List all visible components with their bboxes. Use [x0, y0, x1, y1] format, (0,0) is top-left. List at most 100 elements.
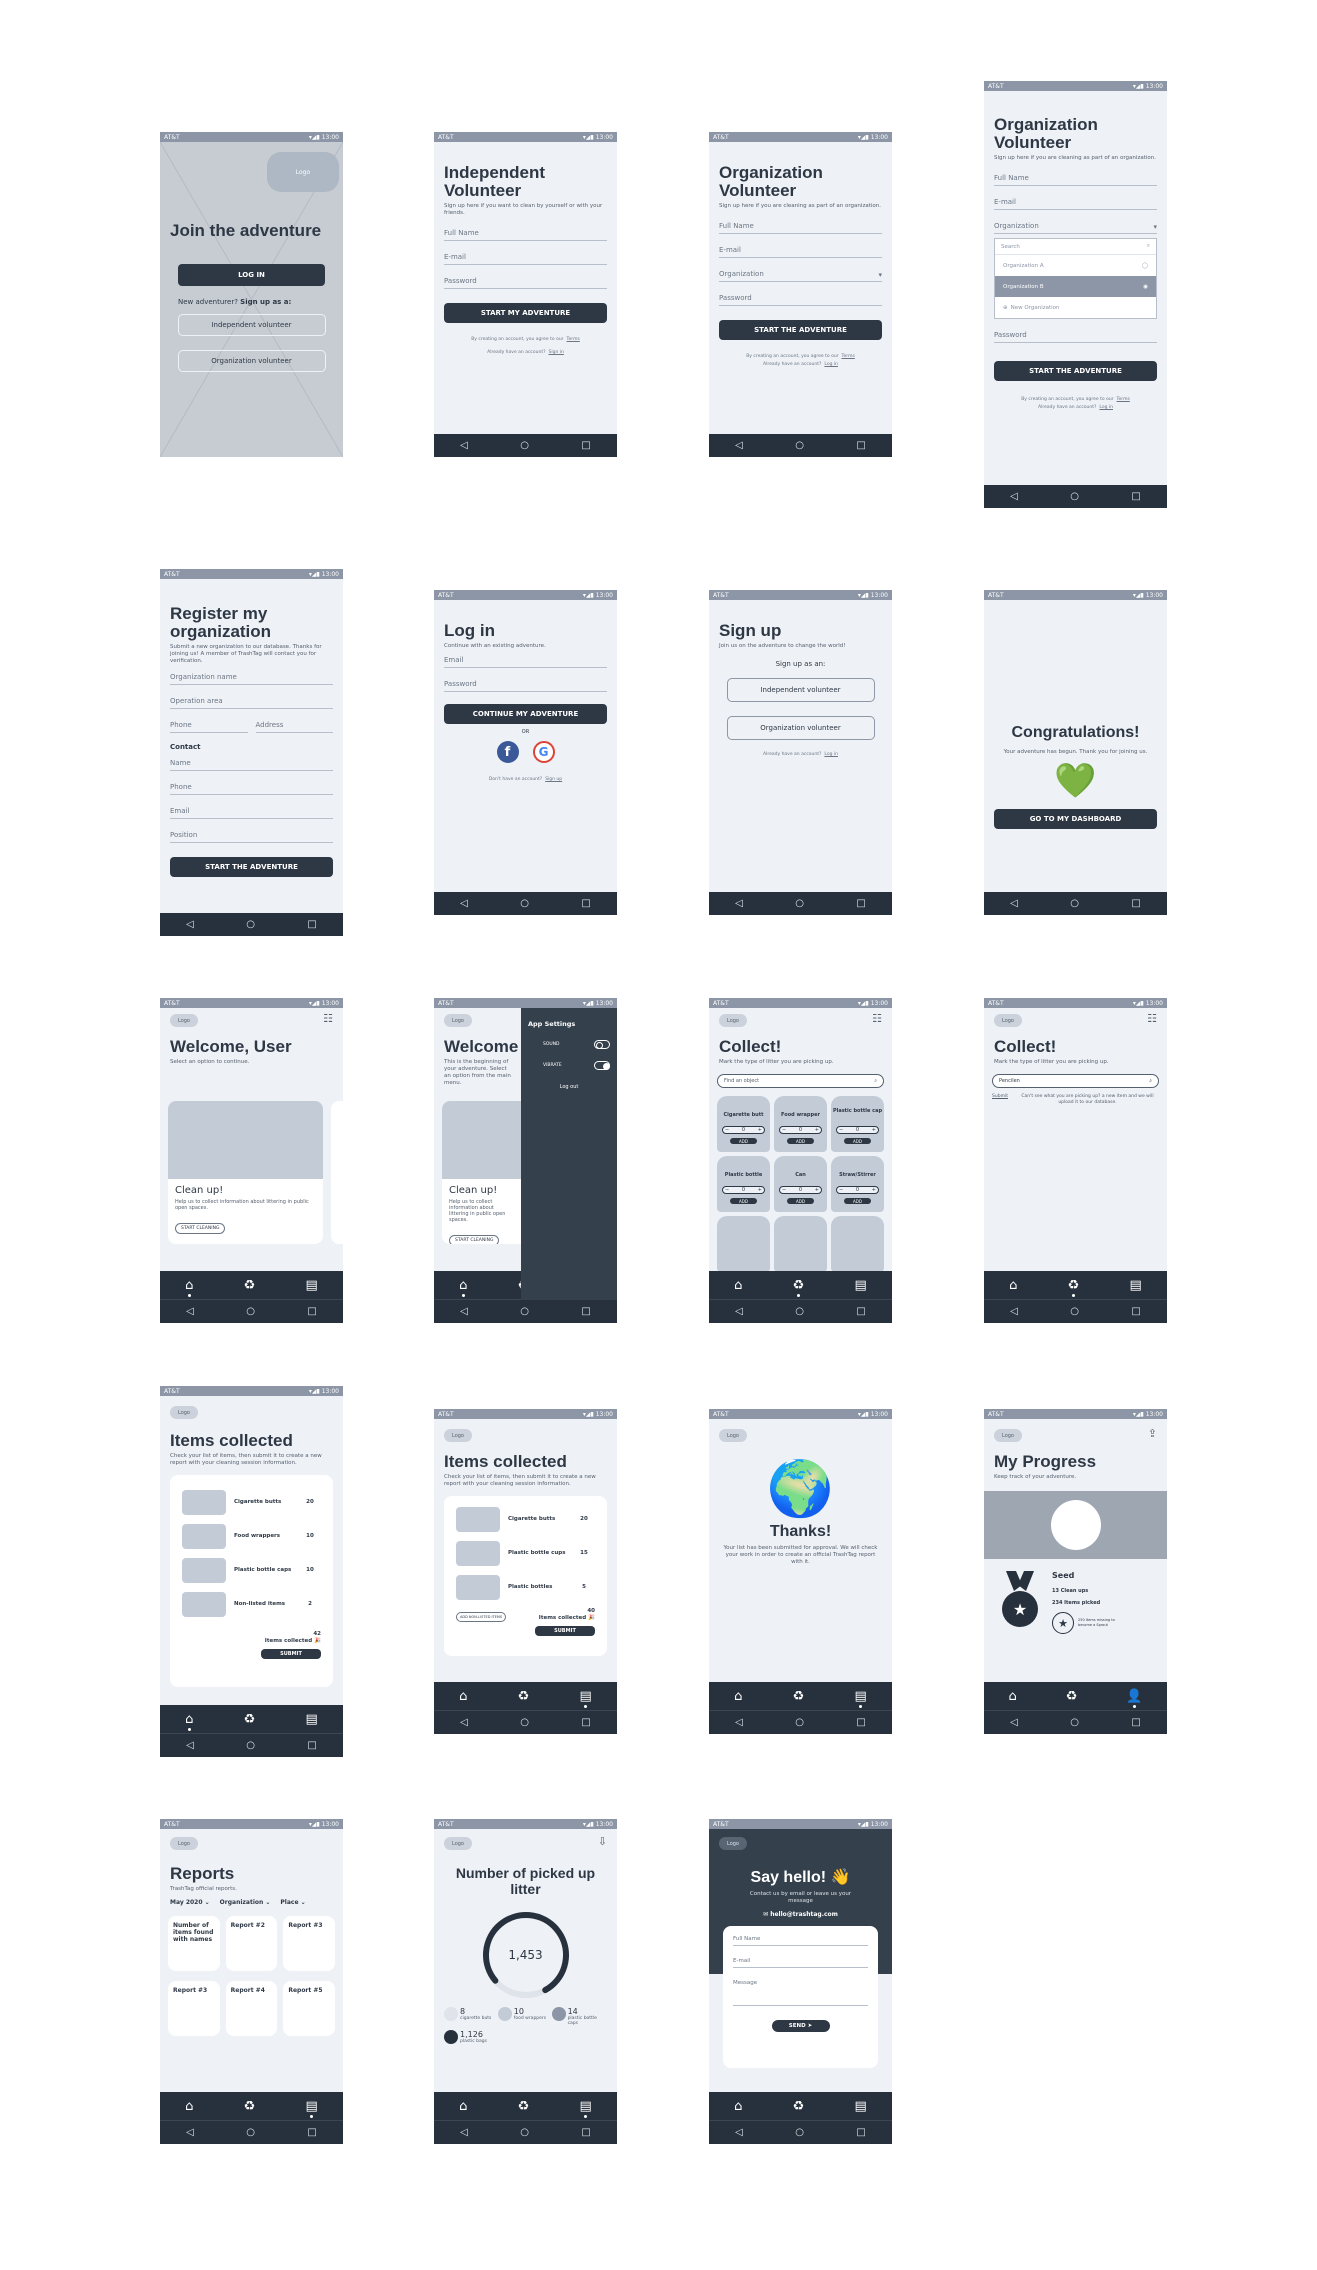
dropdown-option-a[interactable]: Organization A ◯ — [995, 255, 1156, 276]
quantity-stepper[interactable]: −0 + — [836, 1186, 879, 1194]
organization-volunteer-button[interactable]: Organization volunteer — [177, 350, 326, 372]
home-circle-icon[interactable]: ○ — [1070, 898, 1079, 909]
next-card-peek[interactable] — [331, 1101, 343, 1244]
recent-apps-icon[interactable]: □ — [307, 1740, 316, 1751]
back-icon[interactable]: ◁ — [186, 919, 194, 930]
profile-tab-icon[interactable]: 👤 — [1126, 1689, 1142, 1708]
operation-area-field[interactable]: Operation area — [170, 685, 333, 709]
start-adventure-button[interactable]: START MY ADVENTURE — [444, 303, 607, 323]
home-circle-icon[interactable]: ○ — [1070, 1717, 1079, 1728]
dropdown-search[interactable]: Search ⌕ — [995, 239, 1156, 255]
password-field[interactable]: Password — [719, 282, 882, 306]
home-tab-icon[interactable]: ⌂ — [459, 1689, 467, 1704]
recent-apps-icon[interactable]: □ — [1131, 491, 1140, 502]
home-circle-icon[interactable]: ○ — [520, 440, 529, 451]
continue-adventure-button[interactable]: CONTINUE MY ADVENTURE — [444, 704, 607, 724]
back-icon[interactable]: ◁ — [186, 1740, 194, 1751]
back-icon[interactable]: ◁ — [1010, 491, 1018, 502]
back-icon[interactable]: ◁ — [735, 1717, 743, 1728]
send-button[interactable]: SEND ➤ — [771, 2020, 830, 2032]
settings-sliders-icon[interactable]: ☷ — [872, 1012, 882, 1025]
quantity-stepper[interactable]: −0 + — [722, 1126, 765, 1134]
report-card[interactable]: Report #3 — [168, 1981, 220, 2036]
report-card[interactable]: Report #2 — [225, 1916, 278, 1971]
recent-apps-icon[interactable]: □ — [1131, 898, 1140, 909]
back-icon[interactable]: ◁ — [735, 2127, 743, 2138]
terms-link[interactable]: Terms — [567, 337, 580, 342]
email-field[interactable]: E-mail — [719, 234, 882, 258]
organization-select[interactable]: Organization — [994, 210, 1157, 234]
report-tab-icon[interactable]: ▤ — [1130, 1278, 1142, 1293]
home-tab-icon[interactable]: ⌂ — [1008, 1689, 1016, 1704]
recycle-tab-icon[interactable]: ♻ — [793, 2099, 805, 2114]
recycle-tab-icon[interactable]: ♻ — [244, 1712, 256, 1727]
google-icon[interactable]: G — [532, 741, 555, 763]
recent-apps-icon[interactable]: □ — [856, 440, 865, 451]
share-icon[interactable]: ⇪ — [1148, 1427, 1157, 1440]
litter-item[interactable] — [717, 1216, 770, 1272]
litter-item[interactable]: Food wrapper −0 + ADD — [774, 1096, 827, 1152]
home-circle-icon[interactable]: ○ — [795, 1717, 804, 1728]
back-icon[interactable]: ◁ — [735, 898, 743, 909]
home-tab-icon[interactable]: ⌂ — [185, 2099, 193, 2114]
signup-link[interactable]: Sign up — [545, 777, 562, 782]
avatar[interactable] — [1050, 1500, 1101, 1550]
report-card[interactable]: Report #4 — [225, 1981, 278, 2036]
home-tab-icon[interactable]: ⌂ — [1009, 1278, 1017, 1293]
contact-email[interactable]: ✉ hello@trashtag.com — [709, 1911, 892, 1918]
dropdown-option-new[interactable]: ⊕ New Organization — [995, 297, 1156, 318]
home-tab-icon[interactable]: ⌂ — [734, 1689, 742, 1704]
add-button[interactable]: ADD — [730, 1198, 757, 1204]
submit-button[interactable]: SUBMIT — [261, 1649, 321, 1659]
litter-item[interactable] — [831, 1216, 884, 1272]
recycle-tab-icon[interactable]: ♻ — [244, 1278, 256, 1293]
recent-apps-icon[interactable]: □ — [581, 1717, 590, 1728]
back-icon[interactable]: ◁ — [460, 1306, 468, 1317]
recent-apps-icon[interactable]: □ — [581, 898, 590, 909]
recent-apps-icon[interactable]: □ — [581, 440, 590, 451]
email-field[interactable]: E-mail — [994, 186, 1157, 210]
login-link[interactable]: Log in — [1099, 405, 1113, 410]
start-adventure-button[interactable]: START THE ADVENTURE — [994, 361, 1157, 381]
back-icon[interactable]: ◁ — [1010, 1717, 1018, 1728]
back-icon[interactable]: ◁ — [735, 440, 743, 451]
add-button[interactable]: ADD — [787, 1138, 814, 1144]
full-name-field[interactable]: Full Name — [719, 210, 882, 234]
back-icon[interactable]: ◁ — [460, 1717, 468, 1728]
recent-apps-icon[interactable]: □ — [307, 1306, 316, 1317]
litter-item[interactable]: Straw/Stirrer −0 + ADD — [831, 1156, 884, 1212]
vibrate-toggle[interactable] — [594, 1061, 610, 1070]
search-input[interactable]: Find an object ⌕ — [717, 1074, 884, 1088]
item-quantity[interactable]: 15 — [573, 1549, 595, 1558]
report-tab-icon[interactable]: ▤ — [580, 1689, 592, 1708]
quantity-stepper[interactable]: −0 + — [722, 1186, 765, 1194]
home-circle-icon[interactable]: ○ — [520, 1306, 529, 1317]
independent-volunteer-button[interactable]: Independent volunteer — [726, 678, 875, 702]
recycle-tab-icon[interactable]: ♻ — [793, 1278, 804, 1297]
report-tab-icon[interactable]: ▤ — [855, 2099, 867, 2114]
home-circle-icon[interactable]: ○ — [795, 1306, 804, 1317]
contact-name-field[interactable]: Name — [170, 751, 333, 771]
contact-position-field[interactable]: Position — [170, 819, 333, 843]
filter-date-select[interactable]: May 2020 ⌄ — [170, 1899, 210, 1906]
litter-item[interactable]: Plastic bottle −0 + ADD — [717, 1156, 770, 1212]
start-adventure-button[interactable]: START THE ADVENTURE — [719, 320, 882, 340]
item-quantity[interactable]: 10 — [299, 1566, 321, 1575]
download-icon[interactable]: ⇩ — [598, 1835, 607, 1848]
home-circle-icon[interactable]: ○ — [246, 1740, 255, 1751]
report-tab-icon[interactable]: ▤ — [855, 1689, 867, 1708]
login-link[interactable]: Log in — [824, 362, 838, 367]
report-tab-icon[interactable]: ▤ — [306, 1712, 318, 1727]
back-icon[interactable]: ◁ — [460, 898, 468, 909]
contact-email-field[interactable]: Email — [170, 795, 333, 819]
password-field[interactable]: Password — [444, 668, 607, 692]
terms-link[interactable]: Terms — [1117, 397, 1130, 402]
back-icon[interactable]: ◁ — [735, 1306, 743, 1317]
login-link[interactable]: Log in — [824, 752, 838, 757]
home-circle-icon[interactable]: ○ — [795, 898, 804, 909]
back-icon[interactable]: ◁ — [1010, 1306, 1018, 1317]
report-tab-icon[interactable]: ▤ — [855, 1278, 867, 1293]
add-button[interactable]: ADD — [787, 1198, 814, 1204]
login-button[interactable]: LOG IN — [178, 264, 325, 286]
sound-toggle[interactable] — [594, 1040, 610, 1049]
